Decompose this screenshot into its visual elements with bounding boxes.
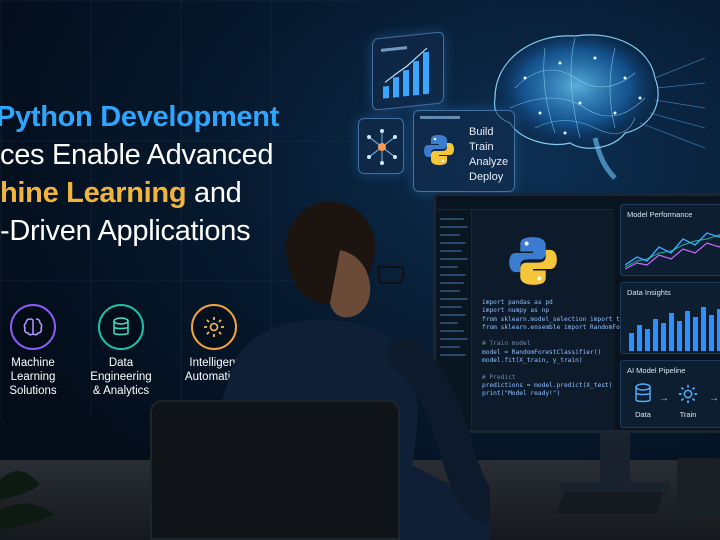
panel-title: AI Model Pipeline <box>627 366 686 375</box>
workflow-step: Analyze <box>469 156 509 168</box>
brain-icon <box>10 304 56 350</box>
bar-chart-icon <box>629 307 720 351</box>
headline-line-2: ces Enable Advanced <box>0 139 274 171</box>
workflow-step: Deploy <box>469 171 504 183</box>
headline-accent: hine Learning <box>0 177 187 209</box>
pipeline-step-label: Train <box>679 410 697 419</box>
floating-bar-chart-panel <box>372 31 444 111</box>
database-icon <box>98 304 144 350</box>
workflow-step: Train <box>469 141 494 153</box>
gear-icon <box>678 384 698 404</box>
feature-data-engineering: Data Engineering & Analytics <box>71 304 171 398</box>
line-chart-icon <box>625 232 720 270</box>
pipeline-step-label: Data <box>635 410 651 419</box>
pipeline-step-train: Train <box>673 383 703 419</box>
panel-title: Model Performance <box>627 210 693 219</box>
hero-scene: Build Train Analyze Deploy Python Develo… <box>0 0 720 540</box>
panel-title: Data Insights <box>627 288 671 297</box>
arrow-right-icon: → <box>709 393 719 404</box>
keyboard <box>555 492 665 514</box>
arrow-right-icon: → <box>659 393 669 404</box>
office-chair <box>150 400 400 540</box>
monitor-stand <box>600 430 630 485</box>
pipeline-step-data: Data <box>631 383 655 419</box>
plant-silhouette <box>0 440 70 540</box>
data-insights-panel: Data Insights <box>620 282 720 354</box>
coffee-mug <box>677 458 720 520</box>
workflow-steps-list: Build Train Analyze Deploy <box>469 125 508 185</box>
ai-model-pipeline-panel: AI Model Pipeline Data → Train → <box>620 360 720 428</box>
feature-label: Data Engineering & Analytics <box>90 357 152 397</box>
bar-chart-icon <box>381 46 429 99</box>
python-logo-icon <box>509 237 557 285</box>
database-icon <box>635 383 651 403</box>
floating-network-panel <box>358 118 404 174</box>
monitor-base <box>560 482 670 492</box>
python-logo-icon <box>424 135 454 165</box>
network-icon <box>367 129 397 165</box>
workflow-step: Build <box>469 126 494 138</box>
headline-line-1: Python Development <box>0 101 280 133</box>
model-performance-panel: Model Performance <box>620 204 720 276</box>
